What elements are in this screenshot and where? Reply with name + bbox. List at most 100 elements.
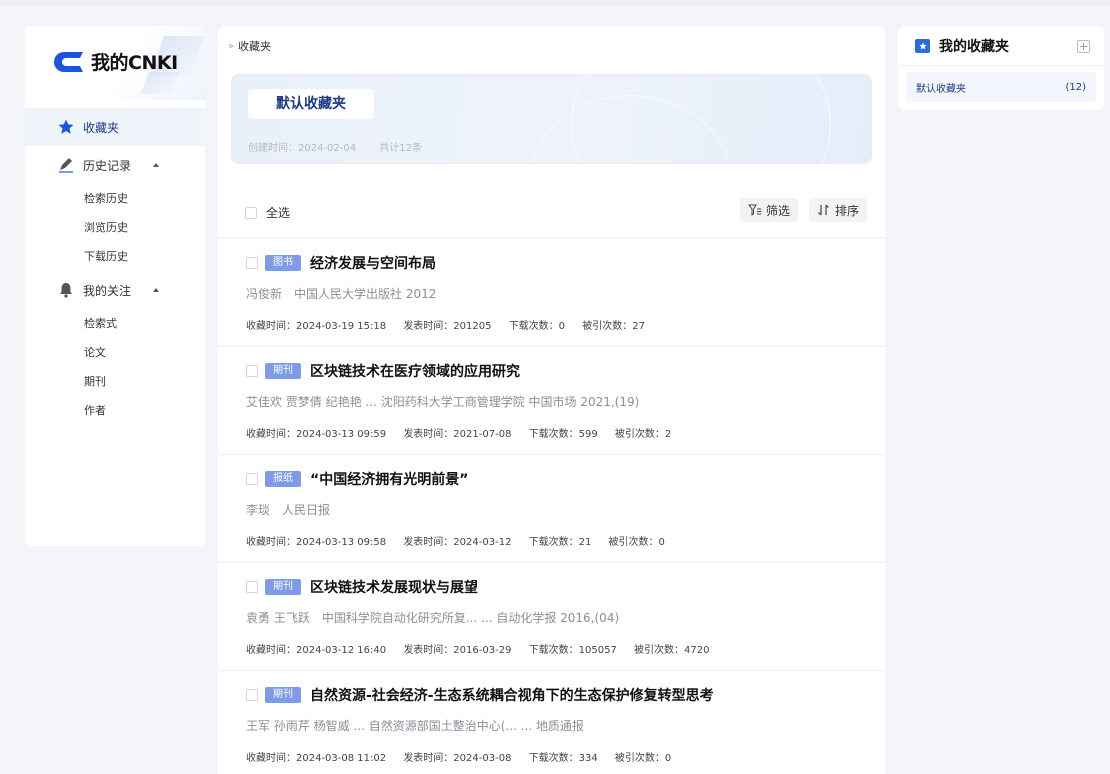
result-stats: 收藏时间：2024-03-12 16:40 发表时间：2016-03-29 下载… — [246, 641, 723, 656]
download-count: 下载次数：21 — [528, 537, 592, 548]
saved-time: 收藏时间：2024-03-13 09:59 — [246, 429, 387, 440]
download-count: 下载次数：0 — [508, 321, 566, 332]
result-title-row: 期刊 区块链技术发展现状与展望 — [246, 577, 478, 597]
type-badge: 期刊 — [265, 579, 301, 595]
type-badge: 报纸 — [265, 471, 301, 487]
sidebar-item-follows[interactable]: 我的关注 — [25, 271, 205, 309]
cited-count: 被引次数：0 — [608, 537, 665, 548]
cited-count: 被引次数：4720 — [634, 645, 710, 656]
result-checkbox[interactable] — [246, 365, 258, 377]
chevron-up-icon[interactable] — [151, 160, 161, 170]
download-count: 下载次数：599 — [528, 429, 598, 440]
type-badge: 期刊 — [265, 687, 301, 703]
published-time: 发表时间：2016-03-29 — [403, 645, 512, 656]
result-title[interactable]: “中国经济拥有光明前景” — [310, 469, 468, 489]
published-time: 发表时间：2024-03-08 — [403, 753, 512, 764]
select-all[interactable]: 全选 — [245, 204, 290, 221]
saved-time: 收藏时间：2024-03-08 11:02 — [246, 753, 387, 764]
result-meta: 袁勇 王飞跃 中国科学院自动化研究所复... ... 自动化学报 2016,(0… — [246, 611, 620, 625]
select-all-label: 全选 — [266, 206, 291, 220]
results-list: 图书 经济发展与空间布局 冯俊新 中国人民大学出版社 2012 收藏时间：202… — [218, 239, 885, 774]
sidebar-subitem-download-history[interactable]: 下载历史 — [25, 242, 205, 271]
sidebar-subitem-journals[interactable]: 期刊 — [25, 367, 205, 396]
select-all-checkbox[interactable] — [245, 206, 257, 219]
sidebar-item-label: 我的关注 — [83, 283, 132, 298]
sidebar: 我的CNKI 收藏夹 历史记录 检索历史 浏览历史 下载历史 我的关注 检索式 … — [25, 26, 205, 546]
result-title[interactable]: 经济发展与空间布局 — [310, 253, 436, 273]
result-meta: 王军 孙雨芹 杨智威 ... 自然资源部国土整治中心(... ... 地质通报 — [246, 719, 584, 733]
filter-icon — [748, 204, 761, 216]
folder-total: 共计12条 — [379, 143, 423, 154]
download-count: 下载次数：334 — [528, 753, 598, 764]
result-title[interactable]: 区块链技术在医疗领域的应用研究 — [310, 361, 520, 381]
logo-area: 我的CNKI — [25, 26, 205, 100]
sidebar-item-history[interactable]: 历史记录 — [25, 146, 205, 184]
result-stats: 收藏时间：2024-03-08 11:02 发表时间：2024-03-08 下载… — [246, 749, 685, 764]
pen-icon — [57, 156, 75, 174]
top-bar — [0, 0, 1110, 6]
list-item: 期刊 区块链技术在医疗领域的应用研究 艾佳欢 贾梦倩 纪艳艳 ... 沈阳药科大… — [218, 347, 885, 455]
folder-card: 默认收藏夹 创建时间：2024-02-04 共计12条 — [231, 74, 872, 164]
result-meta: 艾佳欢 贾梦倩 纪艳艳 ... 沈阳药科大学工商管理学院 中国市场 2021,(… — [246, 395, 640, 409]
result-checkbox[interactable] — [246, 473, 258, 485]
result-stats: 收藏时间：2024-03-13 09:59 发表时间：2021-07-08 下载… — [246, 425, 685, 440]
folder-item-count: (12) — [1065, 81, 1086, 93]
sidebar-item-favorites[interactable]: 收藏夹 — [25, 108, 205, 146]
type-badge: 图书 — [265, 255, 301, 271]
chevron-up-icon[interactable] — [151, 285, 161, 295]
result-title-row: 期刊 区块链技术在医疗领域的应用研究 — [246, 361, 520, 381]
sort-button[interactable]: 排序 — [809, 198, 868, 222]
sidebar-item-label: 历史记录 — [83, 158, 132, 173]
brand-name: 我的CNKI — [91, 52, 178, 74]
result-checkbox[interactable] — [246, 689, 258, 701]
result-stats: 收藏时间：2024-03-19 15:18 发表时间：201205 下载次数：0… — [246, 317, 659, 332]
my-folders-panel: 我的收藏夹 默认收藏夹 (12) — [898, 26, 1104, 110]
folder-star-icon — [915, 39, 930, 53]
panel-title: 我的收藏夹 — [939, 39, 1009, 55]
list-item: 期刊 自然资源-社会经济-生态系统耦合视角下的生态保护修复转型思考 王军 孙雨芹… — [218, 671, 885, 774]
cited-count: 被引次数：2 — [614, 429, 672, 440]
star-icon — [57, 118, 75, 136]
published-time: 发表时间：2021-07-08 — [403, 429, 512, 440]
result-title[interactable]: 自然资源-社会经济-生态系统耦合视角下的生态保护修复转型思考 — [310, 685, 714, 705]
result-title-row: 报纸 “中国经济拥有光明前景” — [246, 469, 468, 489]
folder-name: 默认收藏夹 — [248, 89, 374, 119]
add-folder-icon[interactable] — [1077, 40, 1090, 53]
saved-time: 收藏时间：2024-03-13 09:58 — [246, 537, 387, 548]
result-meta: 李琰 人民日报 — [246, 503, 331, 517]
main-content: ›› 收藏夹 默认收藏夹 创建时间：2024-02-04 共计12条 全选 筛选 — [218, 26, 885, 774]
bell-icon — [57, 281, 75, 299]
list-item: 图书 经济发展与空间布局 冯俊新 中国人民大学出版社 2012 收藏时间：202… — [218, 239, 885, 347]
cited-count: 被引次数：0 — [614, 753, 672, 764]
list-item: 期刊 区块链技术发展现状与展望 袁勇 王飞跃 中国科学院自动化研究所复... .… — [218, 563, 885, 671]
breadcrumb: ›› 收藏夹 — [228, 38, 271, 54]
sidebar-item-label: 收藏夹 — [83, 120, 120, 135]
cnki-logo-icon — [54, 51, 83, 72]
sidebar-subitem-papers[interactable]: 论文 — [25, 338, 205, 367]
cited-count: 被引次数：27 — [582, 321, 645, 332]
result-meta: 冯俊新 中国人民大学出版社 2012 — [246, 287, 437, 301]
breadcrumb-current[interactable]: 收藏夹 — [238, 38, 271, 54]
saved-time: 收藏时间：2024-03-19 15:18 — [246, 321, 387, 332]
sidebar-subitem-search-query[interactable]: 检索式 — [25, 309, 205, 338]
sort-icon — [818, 204, 829, 216]
result-stats: 收藏时间：2024-03-13 09:58 发表时间：2024-03-12 下载… — [246, 533, 679, 548]
sidebar-subitem-search-history[interactable]: 检索历史 — [25, 184, 205, 213]
folder-item-default[interactable]: 默认收藏夹 (12) — [906, 72, 1096, 102]
download-count: 下载次数：105057 — [528, 645, 617, 656]
saved-time: 收藏时间：2024-03-12 16:40 — [246, 645, 387, 656]
panel-header: 我的收藏夹 — [898, 26, 1104, 66]
sidebar-subitem-browse-history[interactable]: 浏览历史 — [25, 213, 205, 242]
result-checkbox[interactable] — [246, 257, 258, 269]
result-checkbox[interactable] — [246, 581, 258, 593]
type-badge: 期刊 — [265, 363, 301, 379]
filter-button[interactable]: 筛选 — [740, 198, 799, 222]
folder-created: 创建时间：2024-02-04 — [248, 143, 357, 154]
logo-decoration — [140, 72, 180, 94]
brand-logo[interactable]: 我的CNKI — [53, 48, 178, 75]
result-title-row: 图书 经济发展与空间布局 — [246, 253, 436, 273]
filter-label: 筛选 — [766, 203, 791, 218]
double-chevron-right-icon: ›› — [228, 40, 234, 52]
sidebar-subitem-authors[interactable]: 作者 — [25, 396, 205, 425]
result-title[interactable]: 区块链技术发展现状与展望 — [310, 577, 478, 597]
